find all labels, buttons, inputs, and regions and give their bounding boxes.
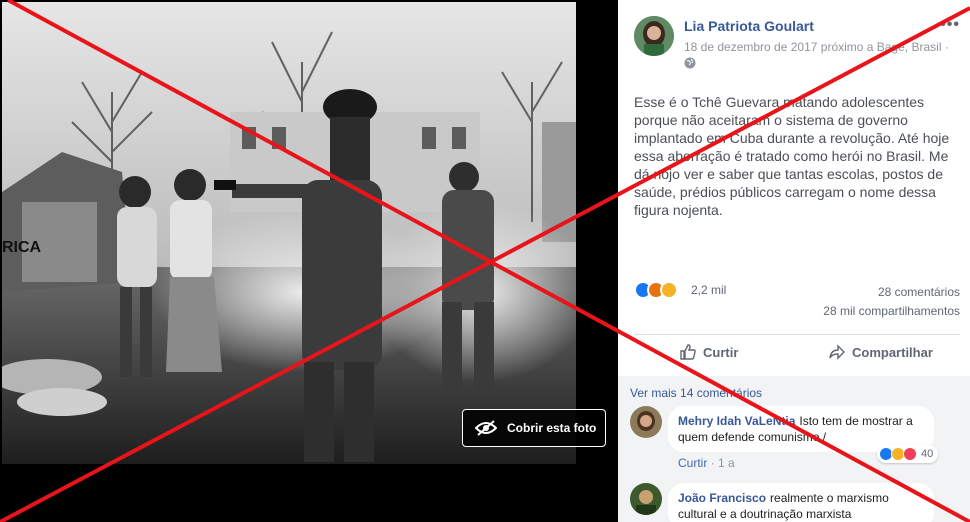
comments-count[interactable]: 28 comentários — [878, 285, 960, 299]
comment-reaction-count: 40 — [921, 448, 934, 460]
eye-slash-icon — [475, 420, 497, 436]
graffiti-text: RICA — [2, 239, 42, 256]
photo-scene: RICA — [2, 2, 576, 464]
post-reactions: 2,2 mil 28 comentários 28 mil compartilh… — [634, 281, 960, 321]
like-button[interactable]: Curtir — [679, 343, 738, 361]
commenter-avatar[interactable] — [630, 406, 662, 438]
love-reaction-icon — [903, 447, 917, 461]
more-options-icon[interactable]: ••• — [940, 16, 960, 34]
see-more-comments-link[interactable]: Ver mais 14 comentários — [630, 386, 762, 400]
thumbs-up-icon — [680, 344, 696, 360]
commenter-name[interactable]: João Francisco — [678, 491, 766, 505]
author-name[interactable]: Lia Patriota Goulart — [684, 18, 814, 34]
post-timestamp[interactable]: 18 de dezembro de 2017 próximo a Bagé, B… — [684, 40, 949, 54]
comments-section: Ver mais 14 comentários Mehry Idah VaLeN… — [618, 376, 970, 522]
comment-reactions[interactable]: 40 — [877, 445, 939, 463]
shares-count[interactable]: 28 mil compartilhamentos — [823, 304, 960, 318]
share-button[interactable]: Compartilhar — [828, 343, 933, 361]
commenter-name[interactable]: Mehry Idah VaLeNtia — [678, 414, 795, 428]
reaction-icons[interactable] — [634, 281, 678, 299]
reaction-count[interactable]: 2,2 mil — [691, 283, 726, 297]
comment-age[interactable]: 1 a — [718, 456, 735, 470]
commenter-avatar[interactable] — [630, 483, 662, 515]
like-label: Curtir — [703, 344, 739, 360]
post-text: Esse é o Tchê Guevara matando adolescent… — [634, 94, 950, 218]
cover-photo-label: Cobrir esta foto — [507, 421, 597, 435]
post-photo[interactable]: RICA — [2, 2, 576, 464]
photo-viewer: RICA Cobrir esta foto — [0, 0, 618, 522]
author-avatar[interactable] — [634, 16, 674, 56]
comment-separator: · — [710, 456, 715, 470]
post-header: Lia Patriota Goulart 18 de dezembro de 2… — [634, 16, 960, 74]
cover-photo-button[interactable]: Cobrir esta foto — [462, 409, 606, 447]
share-arrow-icon — [829, 344, 845, 360]
sad-reaction-icon — [660, 281, 678, 299]
comment-like-link[interactable]: Curtir — [678, 456, 707, 470]
comment-bubble: João Francisco realmente o marxismo cultu… — [668, 483, 934, 522]
globe-icon — [684, 57, 696, 69]
post-actions: Curtir Compartilhar — [634, 334, 960, 370]
post-panel: Lia Patriota Goulart 18 de dezembro de 2… — [618, 0, 970, 522]
share-label: Compartilhar — [852, 344, 933, 360]
comment-actions: Curtir · 1 a — [678, 456, 735, 470]
